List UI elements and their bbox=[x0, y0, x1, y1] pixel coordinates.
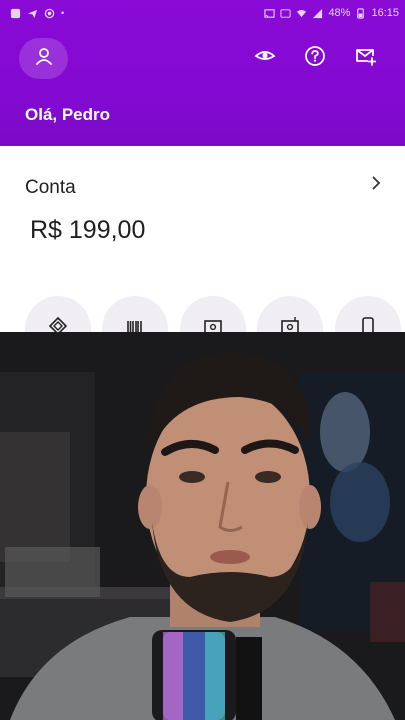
person-icon bbox=[34, 46, 54, 71]
phone-icon bbox=[358, 316, 378, 332]
status-bar: • 48% 16:15 bbox=[0, 0, 405, 26]
banking-app-screen: • 48% 16:15 Olá, Pedro Conta R$ 199,00 bbox=[0, 0, 405, 332]
question-circle-icon bbox=[304, 45, 326, 72]
shortcut-pix-button[interactable] bbox=[25, 296, 91, 332]
presenter-illustration bbox=[0, 332, 405, 720]
record-icon bbox=[44, 8, 55, 19]
account-title: Conta bbox=[25, 177, 76, 198]
invite-button[interactable] bbox=[352, 45, 378, 71]
notification-app-icon bbox=[10, 8, 21, 19]
telegram-icon bbox=[27, 8, 38, 19]
shortcut-recharge-button[interactable] bbox=[335, 296, 401, 332]
toggle-balance-visibility-button[interactable] bbox=[252, 45, 278, 71]
mail-plus-icon bbox=[354, 45, 377, 72]
shortcut-pay-bill-button[interactable] bbox=[102, 296, 168, 332]
wifi-icon bbox=[296, 8, 307, 19]
eye-icon bbox=[254, 45, 276, 72]
signal-icon bbox=[312, 8, 323, 19]
cast-icon bbox=[264, 8, 276, 19]
battery-percent: 48% bbox=[328, 7, 351, 19]
shortcut-transfer-button[interactable] bbox=[180, 296, 246, 332]
account-balance: R$ 199,00 bbox=[30, 216, 146, 244]
deposit-icon bbox=[280, 316, 300, 332]
greeting-text: Olá, Pedro bbox=[25, 105, 111, 124]
help-button[interactable] bbox=[302, 45, 328, 71]
account-card[interactable]: Conta R$ 199,00 bbox=[0, 160, 405, 250]
pix-icon bbox=[48, 316, 68, 332]
transfer-icon bbox=[203, 316, 223, 332]
barcode-icon bbox=[125, 316, 145, 332]
webcam-video-feed bbox=[0, 332, 405, 720]
shortcut-deposit-button[interactable] bbox=[257, 296, 323, 332]
battery-icon bbox=[355, 7, 366, 19]
profile-button[interactable] bbox=[19, 38, 68, 79]
chevron-right-icon bbox=[368, 175, 384, 191]
app-header: • 48% 16:15 Olá, Pedro bbox=[0, 0, 405, 146]
volte-icon bbox=[280, 8, 291, 19]
status-dot: • bbox=[61, 8, 65, 18]
clock: 16:15 bbox=[371, 7, 399, 19]
